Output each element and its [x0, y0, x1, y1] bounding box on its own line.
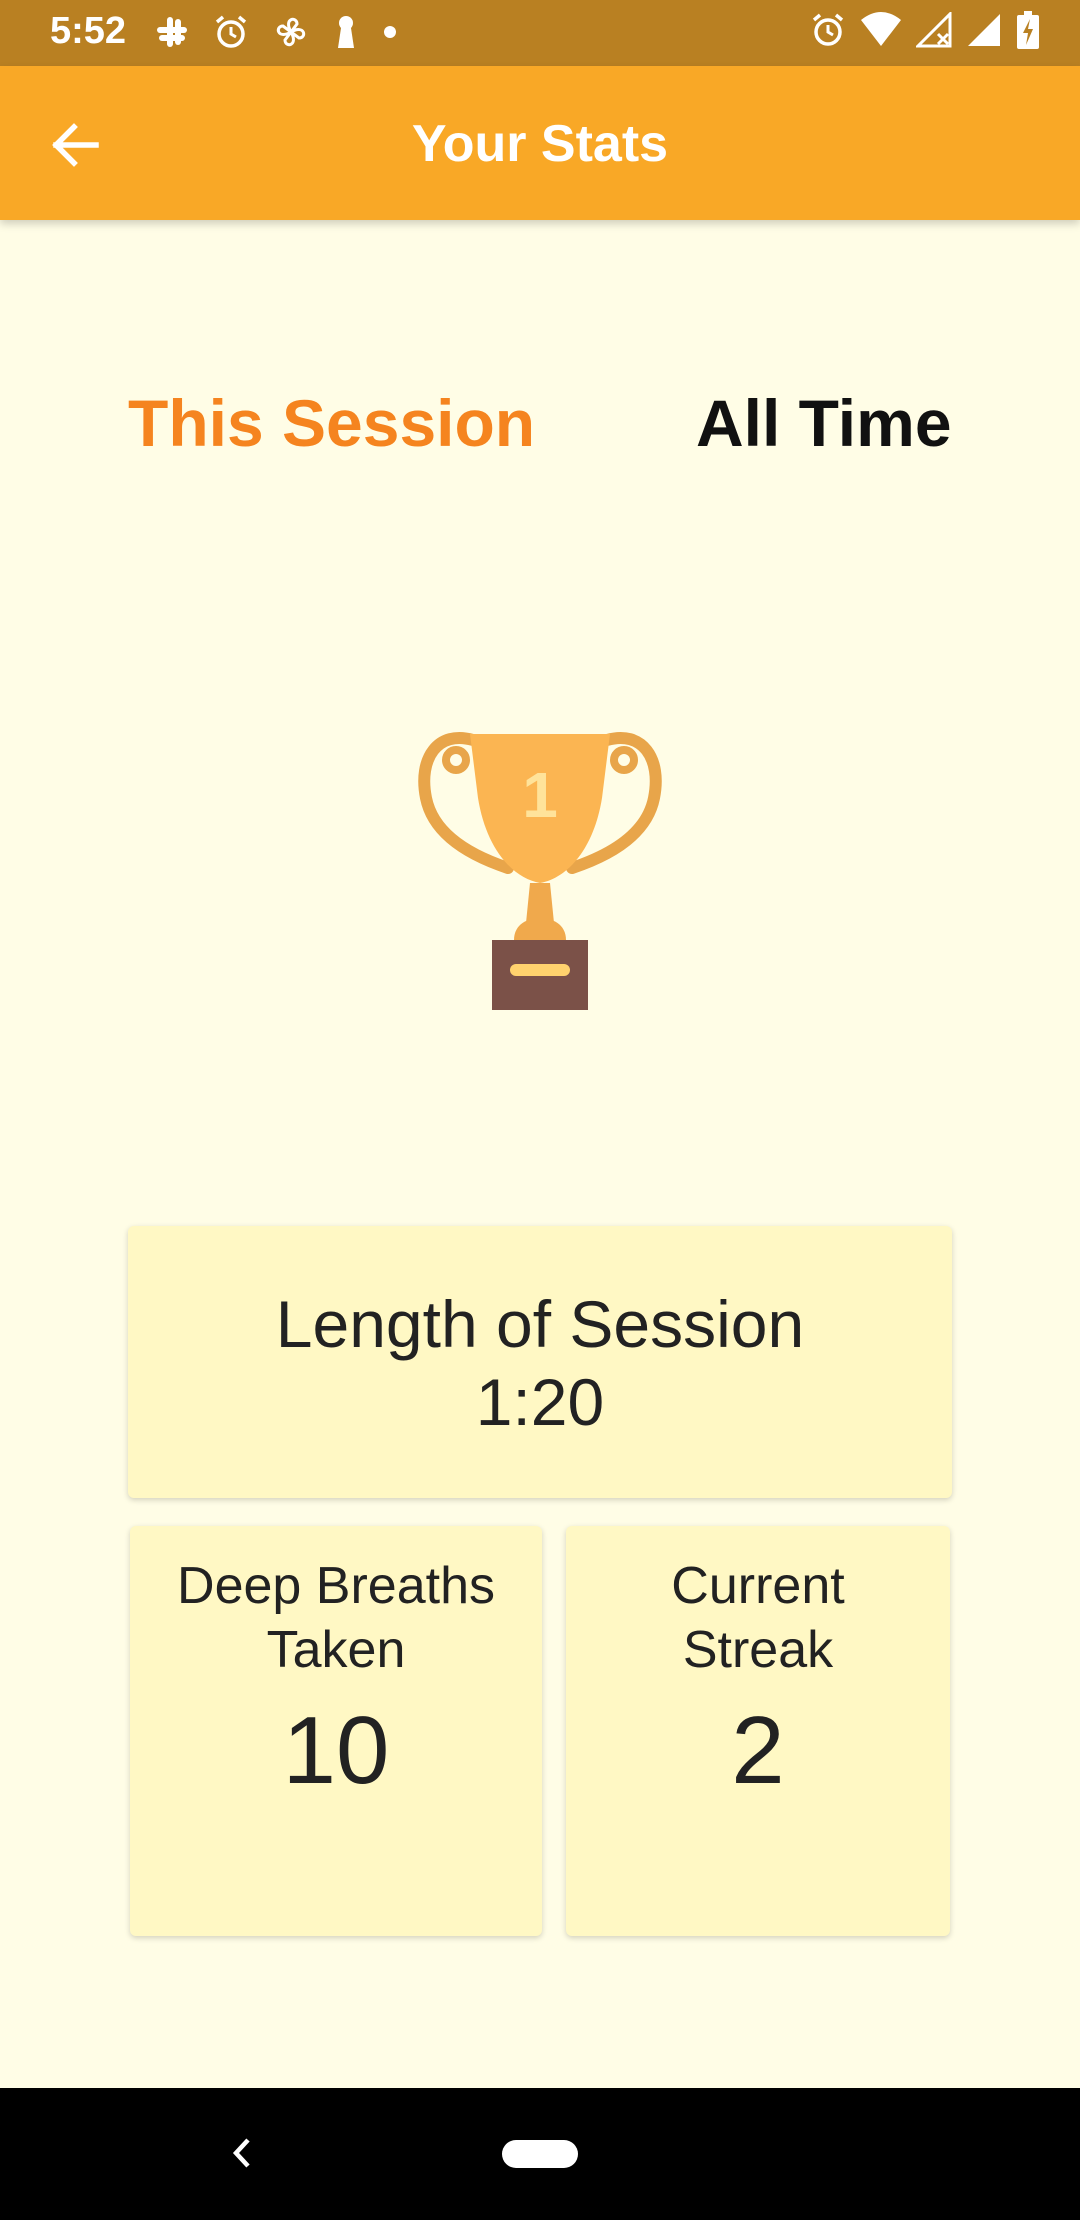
nav-back-button[interactable]: [222, 2128, 262, 2178]
nav-home-button[interactable]: [502, 2140, 578, 2168]
current-streak-value: 2: [731, 1697, 785, 1804]
slack-icon: [155, 15, 189, 54]
wifi-icon: [860, 11, 902, 53]
current-streak-label: Current Streak: [566, 1554, 950, 1682]
signal-icon: [966, 12, 1002, 53]
status-bar: 5:52: [0, 0, 1080, 66]
system-nav-bar: [0, 2088, 1080, 2220]
dot-icon: [383, 25, 397, 44]
status-left-icons: [155, 14, 397, 54]
deep-breaths-label: Deep Breaths Taken: [130, 1554, 542, 1682]
deep-breaths-card: Deep Breaths Taken 10: [130, 1526, 542, 1936]
page-title: Your Stats: [411, 115, 669, 173]
chevron-left-icon: [222, 2138, 262, 2182]
length-of-session-card: Length of Session 1:20: [128, 1226, 952, 1498]
signal-no-data-icon: [914, 9, 952, 53]
battery-charging-icon: [1016, 10, 1040, 54]
keyhole-icon: [333, 14, 359, 55]
current-streak-label-line1: Current: [671, 1557, 845, 1615]
alarm-icon: [810, 12, 846, 53]
deep-breaths-label-line1: Deep Breaths: [177, 1557, 495, 1615]
deep-breaths-label-line2: Taken: [266, 1621, 406, 1679]
pinwheel-icon: [273, 14, 309, 55]
length-of-session-label: Length of Session: [275, 1287, 805, 1361]
status-right-icons: [810, 9, 1040, 54]
deep-breaths-value: 10: [282, 1697, 390, 1804]
trophy-icon: 1: [418, 728, 662, 1012]
current-streak-label-line2: Streak: [682, 1621, 834, 1679]
tab-this-session[interactable]: This Session: [128, 385, 535, 461]
tab-all-time[interactable]: All Time: [696, 385, 952, 461]
trophy-rank: 1: [522, 759, 558, 831]
app-bar: Your Stats: [0, 66, 1080, 220]
alarm-icon: [213, 14, 249, 55]
status-time: 5:52: [50, 10, 127, 52]
length-of-session-value: 1:20: [475, 1365, 605, 1439]
current-streak-card: Current Streak 2: [566, 1526, 950, 1936]
